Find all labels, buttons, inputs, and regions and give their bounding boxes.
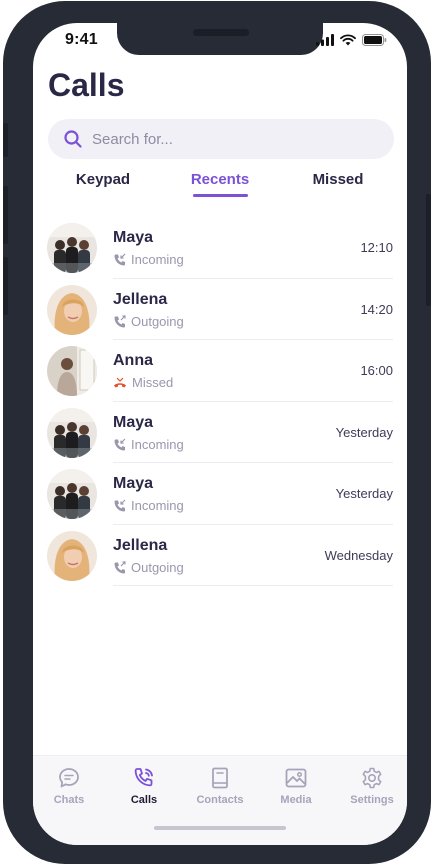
search-input[interactable]: [92, 119, 382, 159]
call-list: Maya Incoming 12:10 Jellena Outgoing 14:…: [33, 217, 407, 586]
active-tab-indicator: [193, 194, 248, 197]
row-divider: [113, 585, 393, 586]
caller-name: Jellena: [113, 536, 168, 554]
incoming-call-icon: [114, 253, 126, 266]
call-type: Incoming: [113, 252, 184, 267]
call-type: Incoming: [113, 498, 184, 513]
status-time: 9:41: [65, 31, 98, 48]
chat-bubble-icon: [59, 768, 79, 788]
call-row[interactable]: Maya Incoming Yesterday: [33, 463, 407, 525]
caller-name: Maya: [113, 475, 154, 492]
tab-recents[interactable]: Recents: [183, 171, 257, 188]
outgoing-call-icon: [114, 560, 126, 573]
caller-name: Jellena: [113, 290, 168, 308]
outgoing-call-icon: [114, 314, 126, 327]
tab-keypad[interactable]: Keypad: [73, 171, 133, 188]
avatar: [47, 469, 97, 519]
nav-label: Contacts: [196, 794, 244, 806]
call-row[interactable]: Anna Missed 16:00: [33, 340, 407, 402]
volume-up-button: [3, 186, 8, 244]
call-type: Incoming: [113, 437, 184, 452]
caller-name: Maya: [113, 413, 154, 431]
avatar: [47, 223, 97, 273]
call-row[interactable]: Maya Incoming Yesterday: [33, 402, 407, 463]
nav-label: Chats: [53, 794, 85, 806]
call-row[interactable]: Maya Incoming 12:10: [33, 217, 407, 279]
call-row[interactable]: Jellena Outgoing 14:20: [33, 279, 407, 340]
caller-name: Maya: [113, 229, 154, 246]
call-time: 12:10: [360, 240, 393, 255]
call-type: Outgoing: [113, 560, 184, 575]
home-indicator: [154, 826, 286, 830]
nav-label: Calls: [130, 794, 158, 806]
power-button: [426, 194, 431, 306]
nav-label: Media: [280, 794, 312, 806]
tab-missed[interactable]: Missed: [309, 171, 367, 188]
nav-contacts[interactable]: Contacts: [190, 766, 250, 806]
incoming-call-icon: [114, 499, 126, 512]
call-time: Yesterday: [335, 486, 393, 501]
avatar: [47, 407, 97, 458]
phone-frame: 9:41 Calls Search for... Keypad Recents …: [3, 1, 431, 864]
missed-call-icon: [114, 377, 126, 388]
incoming-call-icon: [114, 438, 126, 450]
nav-media[interactable]: Media: [266, 766, 326, 806]
call-time: Wednesday: [324, 547, 393, 563]
call-type-label: Incoming: [131, 436, 184, 452]
nav-calls[interactable]: Calls: [114, 766, 174, 806]
wifi-icon: [340, 34, 356, 46]
battery-icon: [362, 34, 387, 46]
page-title: Calls: [48, 67, 125, 103]
avatar: [47, 284, 97, 335]
image-icon: [285, 768, 307, 788]
gear-icon: [362, 767, 382, 789]
phone-icon: [134, 768, 153, 787]
caller-name: Anna: [113, 352, 153, 369]
mute-switch: [3, 123, 8, 157]
call-time: 16:00: [360, 363, 393, 378]
notch: [117, 23, 323, 55]
call-type-label: Outgoing: [131, 559, 184, 575]
call-type-label: Incoming: [131, 498, 184, 513]
avatar: [47, 346, 97, 396]
volume-down-button: [3, 257, 8, 315]
bottom-nav: Chats Calls Contacts Media Settings: [33, 755, 407, 845]
nav-label: Settings: [350, 794, 394, 806]
nav-settings[interactable]: Settings: [342, 766, 402, 806]
call-time: 14:20: [360, 301, 393, 317]
search-bar[interactable]: [48, 119, 394, 159]
call-row[interactable]: Jellena Outgoing Wednesday: [33, 525, 407, 586]
avatar: [47, 530, 97, 581]
screen: 9:41 Calls Search for... Keypad Recents …: [33, 23, 407, 845]
call-type: Outgoing: [113, 314, 184, 329]
call-type: Missed: [113, 375, 173, 390]
speaker: [193, 29, 249, 36]
book-icon: [212, 767, 228, 789]
nav-chats[interactable]: Chats: [39, 766, 99, 806]
status-icons: [316, 34, 387, 46]
signal-icon: [316, 34, 334, 46]
call-type-label: Missed: [132, 375, 174, 390]
call-type-label: Outgoing: [131, 313, 184, 329]
call-time: Yesterday: [335, 424, 393, 440]
call-type-label: Incoming: [131, 252, 184, 267]
search-icon: [64, 130, 82, 148]
